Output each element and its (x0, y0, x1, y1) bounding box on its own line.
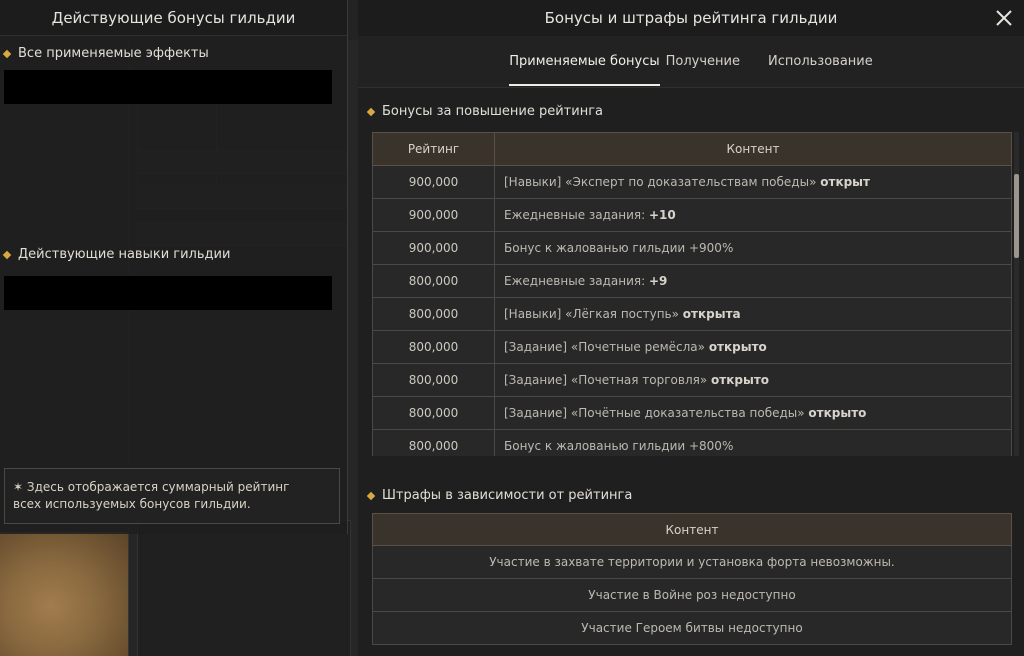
penalty-section-label: Штрафы в зависимости от рейтинга (382, 488, 633, 503)
tab-usage[interactable]: Использование (768, 36, 873, 88)
table-row: 900,000 [Навыки] «Эксперт по доказательст… (372, 165, 1012, 199)
diamond-bullet-icon (2, 250, 12, 259)
penalty-table: Контент Участие в захвате территории и у… (372, 513, 1012, 645)
table-row: 800,000 [Задание] «Почетная торговля» отк… (372, 363, 1012, 397)
bonus-section-label: Бонусы за повышение рейтинга (382, 104, 603, 119)
penalty-cell: Участие в Войне роз недоступно (372, 578, 1012, 612)
content-status: +10 (649, 208, 676, 222)
diamond-bullet-icon (366, 491, 376, 500)
content-cell: [Задание] «Почетные ремёсла» открыто (494, 330, 1012, 364)
bonus-table-scrollbar[interactable] (1014, 132, 1019, 456)
bonus-section-heading: Бонусы за повышение рейтинга (366, 104, 603, 119)
all-effects-label: Все применяемые эффекты (18, 46, 209, 61)
note-line: всех используемых бонусов гильдии. (13, 497, 251, 511)
content-status: открыто (708, 340, 767, 354)
content-cell: [Задание] «Почётные доказательства побед… (494, 396, 1012, 430)
table-row: 800,000 [Задание] «Почетные ремёсла» откр… (372, 330, 1012, 364)
rating-cell: 800,000 (372, 429, 495, 456)
guild-skills-label: Действующие навыки гильдии (18, 247, 231, 262)
close-icon (996, 10, 1012, 26)
all-effects-heading: Все применяемые эффекты (2, 46, 209, 61)
penalty-cell: Участие Героем битвы недоступно (372, 611, 1012, 645)
window-header: Бонусы и штрафы рейтинга гильдии (358, 0, 1024, 36)
content-status: открыт (820, 175, 870, 189)
content-status: +9 (649, 274, 668, 288)
diamond-bullet-icon (2, 49, 12, 58)
content-status: открыто (808, 406, 867, 420)
rating-cell: 900,000 (372, 231, 495, 265)
table-row: 900,000 Бонус к жалованью гильдии +900% (372, 231, 1012, 265)
guild-skills-heading: Действующие навыки гильдии (2, 247, 231, 262)
table-row: 800,000 [Задание] «Почётные доказательств… (372, 396, 1012, 430)
content-cell: Бонус к жалованью гильдии +800% (494, 429, 1012, 456)
content-text: Ежедневные задания: (504, 208, 649, 222)
column-header-content: Контент (494, 132, 1012, 166)
active-guild-bonuses-panel: Действующие бонусы гильдии Все применяем… (0, 0, 348, 534)
tab-content: Бонусы за повышение рейтинга Рейтинг Кон… (358, 88, 1024, 656)
content-text: Бонус к жалованью гильдии +800% (504, 439, 734, 453)
column-header-content: Контент (372, 513, 1012, 546)
note-line: ✶ Здесь отображается суммарный рейтинг (13, 480, 290, 494)
table-row: 900,000 Ежедневные задания: +10 (372, 198, 1012, 232)
content-text: [Задание] «Почетная торговля» (504, 373, 712, 387)
bonus-table: Рейтинг Контент 900,000 [Навыки] «Эксперт… (372, 132, 1012, 456)
table-row: 800,000 Ежедневные задания: +9 (372, 264, 1012, 298)
content-cell: [Задание] «Почетная торговля» открыто (494, 363, 1012, 397)
content-status: открыта (682, 307, 741, 321)
table-row: Участие в Войне роз недоступно (372, 578, 1012, 612)
rating-cell: 800,000 (372, 363, 495, 397)
table-row: Участие в захвате территории и установка… (372, 545, 1012, 579)
content-cell: [Навыки] «Лёгкая поступь» открыта (494, 297, 1012, 331)
window-title: Бонусы и штрафы рейтинга гильдии (544, 9, 838, 27)
rating-cell: 800,000 (372, 330, 495, 364)
tab-obtaining[interactable]: Получение (666, 36, 740, 88)
content-text: Ежедневные задания: (504, 274, 649, 288)
table-row: 800,000 Бонус к жалованью гильдии +800% (372, 429, 1012, 456)
close-button[interactable] (992, 6, 1016, 30)
content-cell: [Навыки] «Эксперт по доказательствам поб… (494, 165, 1012, 199)
tab-bar: Применяемые бонусы Получение Использован… (358, 36, 1024, 88)
penalty-section-heading: Штрафы в зависимости от рейтинга (366, 488, 633, 503)
redacted-block (4, 276, 332, 310)
content-text: [Задание] «Почетные ремёсла» (504, 340, 709, 354)
content-text: [Задание] «Почётные доказательства побед… (504, 406, 809, 420)
background-terrain (0, 532, 128, 656)
table-row: 800,000 [Навыки] «Лёгкая поступь» открыта (372, 297, 1012, 331)
content-status: открыто (711, 373, 770, 387)
content-cell: Ежедневные задания: +9 (494, 264, 1012, 298)
content-cell: Ежедневные задания: +10 (494, 198, 1012, 232)
tab-applied-bonuses[interactable]: Применяемые бонусы (509, 36, 661, 88)
penalty-cell: Участие в захвате территории и установка… (372, 545, 1012, 579)
content-text: [Навыки] «Эксперт по доказательствам поб… (504, 175, 821, 189)
penalty-table-container: Контент Участие в захвате территории и у… (372, 513, 1012, 645)
redacted-block (4, 70, 332, 104)
guild-rating-window: Бонусы и штрафы рейтинга гильдии Применя… (358, 0, 1024, 656)
bonus-table-container: Рейтинг Контент 900,000 [Навыки] «Эксперт… (372, 132, 1012, 456)
rating-cell: 800,000 (372, 396, 495, 430)
rating-summary-note: ✶ Здесь отображается суммарный рейтинг в… (4, 468, 340, 524)
content-text: [Навыки] «Лёгкая поступь» (504, 307, 683, 321)
background-bottom-box (137, 520, 351, 656)
rating-cell: 800,000 (372, 297, 495, 331)
rating-cell: 800,000 (372, 264, 495, 298)
diamond-bullet-icon (366, 107, 376, 116)
rating-cell: 900,000 (372, 198, 495, 232)
rating-cell: 900,000 (372, 165, 495, 199)
left-panel-title: Действующие бонусы гильдии (0, 0, 347, 36)
column-header-rating: Рейтинг (372, 132, 495, 166)
table-row: Участие Героем битвы недоступно (372, 611, 1012, 645)
scrollbar-thumb[interactable] (1014, 174, 1019, 258)
content-text: Бонус к жалованью гильдии +900% (504, 241, 734, 255)
content-cell: Бонус к жалованью гильдии +900% (494, 231, 1012, 265)
